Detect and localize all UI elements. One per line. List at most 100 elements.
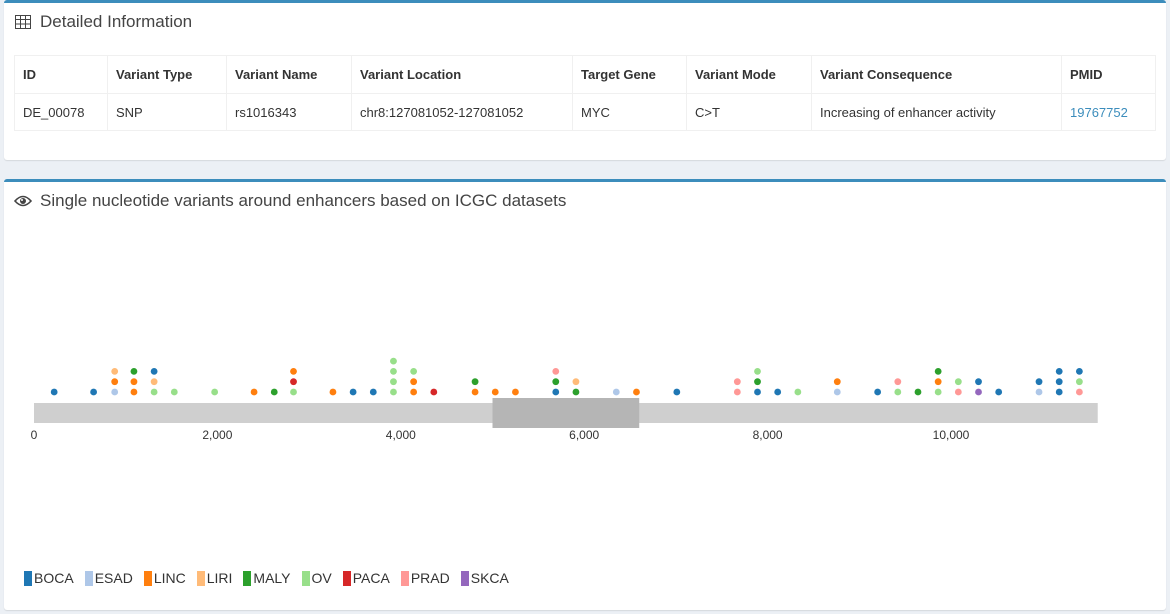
variant-point-boca: [552, 388, 560, 396]
variant-point-maly: [270, 388, 278, 396]
cell-variant-consequence: Increasing of enhancer activity: [811, 93, 1062, 131]
x-tick-label: 8,000: [753, 428, 783, 442]
variant-point-esad: [111, 388, 119, 396]
legend-swatch: [196, 570, 205, 586]
variant-point-linc: [130, 378, 138, 386]
pmid-link[interactable]: 19767752: [1061, 93, 1156, 131]
variant-point-boca: [1035, 378, 1043, 386]
column-header-variant-location: Variant Location: [351, 55, 573, 94]
variant-point-esad: [833, 388, 841, 396]
variant-point-linc: [491, 388, 499, 396]
variant-point-ov: [290, 388, 297, 396]
variant-point-prad: [894, 378, 902, 386]
legend-item-esad[interactable]: ESAD: [84, 570, 133, 586]
variant-point-boca: [874, 388, 882, 396]
column-header-pmid: PMID: [1061, 55, 1156, 94]
legend-item-skca[interactable]: SKCA: [460, 570, 509, 586]
variant-point-liri: [150, 378, 158, 386]
column-header-variant-name: Variant Name: [226, 55, 352, 94]
detailed-information-header: Detailed Information: [14, 12, 192, 32]
cell-id: DE_00078: [14, 93, 108, 131]
legend-label: LINC: [153, 570, 186, 586]
variant-point-boca: [1055, 378, 1063, 386]
x-tick-label: 2,000: [202, 428, 232, 442]
variant-point-ov: [390, 357, 397, 365]
column-header-variant-consequence: Variant Consequence: [811, 55, 1062, 94]
legend-swatch: [143, 570, 152, 586]
variant-point-prad: [552, 368, 560, 375]
variant-point-maly: [130, 368, 138, 375]
variant-point-maly: [572, 388, 580, 396]
variant-point-boca: [673, 388, 681, 396]
variant-point-boca: [50, 388, 58, 396]
table-header-row: ID Variant Type Variant Name Variant Loc…: [14, 55, 1156, 94]
legend-item-prad[interactable]: PRAD: [400, 570, 450, 586]
legend-label: SKCA: [470, 570, 509, 586]
variant-point-liri: [111, 368, 119, 375]
variant-point-esad: [612, 388, 620, 396]
variant-point-ov: [390, 368, 397, 375]
column-header-target-gene: Target Gene: [572, 55, 687, 94]
variant-point-linc: [329, 388, 337, 396]
variant-point-ov: [390, 388, 397, 396]
legend-swatch: [84, 570, 93, 586]
cell-variant-name: rs1016343: [226, 93, 352, 131]
legend-label: OV: [311, 570, 332, 586]
column-header-id: ID: [14, 55, 108, 94]
variant-point-boca: [754, 388, 761, 396]
detailed-information-title: Detailed Information: [40, 12, 193, 31]
variant-point-boca: [975, 378, 982, 386]
legend-item-ov[interactable]: OV: [301, 570, 332, 586]
table-row: DE_00078 SNP rs1016343 chr8:127081052-12…: [14, 93, 1156, 131]
variant-point-ov: [410, 368, 418, 375]
variant-point-maly: [754, 378, 761, 386]
variant-point-boca: [150, 368, 158, 375]
variant-point-ov: [954, 378, 962, 386]
enhancer-region: [492, 398, 640, 428]
legend-item-liri[interactable]: LIRI: [196, 570, 232, 586]
variant-point-linc: [410, 378, 418, 386]
variant-point-ov: [211, 388, 219, 396]
variant-point-maly: [471, 378, 479, 386]
variant-point-boca: [1055, 388, 1063, 396]
details-table: ID Variant Type Variant Name Variant Loc…: [14, 55, 1156, 131]
legend-swatch: [243, 570, 252, 586]
legend-label: BOCA: [34, 570, 74, 586]
variant-point-linc: [290, 368, 297, 375]
variant-point-esad: [1035, 388, 1043, 396]
x-tick-label: 4,000: [386, 428, 416, 442]
legend-swatch: [400, 570, 409, 586]
chart-legend: BOCA ESAD LINC LIRI MALY OV PACA PRAD SKCA: [24, 570, 520, 586]
cell-variant-type: SNP: [107, 93, 227, 131]
snv-lollipop-chart: 0 2,000 4,000 6,000 8,000 10,000: [31, 357, 1098, 442]
variant-point-ov: [1075, 378, 1083, 386]
variant-point-linc: [410, 388, 418, 396]
column-header-variant-mode: Variant Mode: [686, 55, 812, 94]
legend-label: PACA: [352, 570, 390, 586]
variant-point-prad: [733, 378, 741, 386]
variant-point-boca: [349, 388, 357, 396]
cell-target-gene: MYC: [572, 93, 687, 131]
variant-point-ov: [150, 388, 158, 396]
variant-point-maly: [914, 388, 922, 396]
legend-swatch: [460, 570, 469, 586]
legend-label: MALY: [253, 570, 291, 586]
variant-point-liri: [572, 378, 580, 386]
variant-point-ov: [170, 388, 178, 396]
legend-swatch: [24, 570, 32, 586]
legend-item-paca[interactable]: PACA: [342, 570, 390, 586]
legend-item-maly[interactable]: MALY: [243, 570, 291, 586]
legend-item-linc[interactable]: LINC: [143, 570, 186, 586]
variant-point-skca: [975, 388, 982, 396]
variant-point-boca: [90, 388, 98, 396]
table-icon: [14, 13, 32, 31]
variants-panel: Single nucleotide variants around enhanc…: [4, 179, 1166, 610]
variant-point-linc: [512, 388, 519, 396]
legend-item-boca[interactable]: BOCA: [24, 570, 74, 586]
detailed-information-panel: Detailed Information ID Variant Type Var…: [4, 0, 1166, 160]
legend-label: PRAD: [410, 570, 450, 586]
variant-point-ov: [390, 378, 397, 386]
variant-point-prad: [733, 388, 741, 396]
variant-point-ov: [794, 388, 802, 396]
variant-point-linc: [934, 378, 942, 386]
